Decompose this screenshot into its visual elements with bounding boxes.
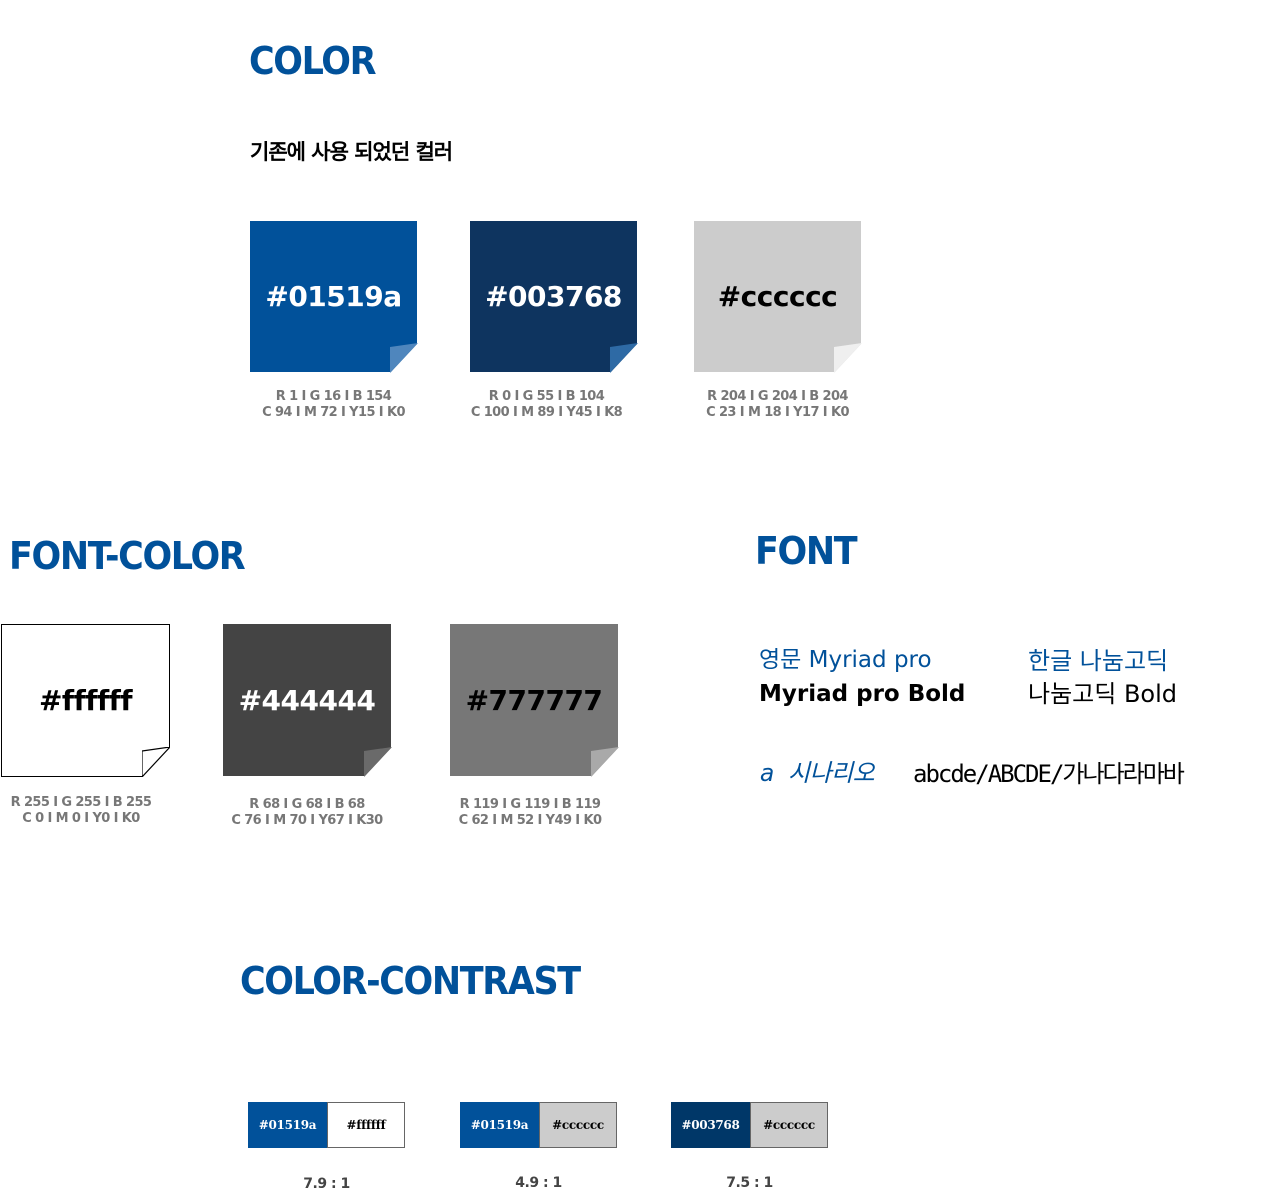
- swatch-hex-label: #003768: [485, 280, 622, 313]
- english-font-label: 영문 Myriad pro: [759, 647, 932, 673]
- color-swatch-navy: #003768: [470, 221, 638, 373]
- page-curl-icon: [610, 343, 638, 373]
- contrast-foreground-chip: #cccccc: [750, 1102, 828, 1148]
- script-font-label: a 시나리오: [760, 759, 875, 787]
- contrast-foreground-chip: #cccccc: [539, 1102, 617, 1148]
- font-color-swatch-dark-gray: #444444: [223, 624, 392, 777]
- swatch-hex-label: #444444: [238, 683, 376, 717]
- color-spec-gray: R 204 I G 204 I B 204 C 23 I M 18 I Y17 …: [694, 389, 861, 421]
- contrast-foreground-chip: #ffffff: [327, 1102, 405, 1148]
- contrast-background-chip: #003768: [671, 1102, 750, 1148]
- contrast-pair: #01519a #ffffff: [248, 1102, 405, 1148]
- korean-font-bold-sample: 나눔고딕 Bold: [1028, 680, 1177, 708]
- page-curl-icon: [834, 343, 862, 373]
- rgb-values: R 0 I G 55 I B 104: [488, 389, 605, 404]
- page-curl-icon: [142, 747, 170, 777]
- chip-hex-label: #cccccc: [763, 1118, 815, 1132]
- font-color-heading: FONT-COLOR: [9, 534, 246, 578]
- chip-hex-label: #ffffff: [346, 1118, 386, 1132]
- cmyk-values: C 62 I M 52 I Y49 I K0: [458, 813, 602, 828]
- contrast-heading: COLOR-CONTRAST: [240, 959, 581, 1003]
- rgb-values: R 119 I G 119 I B 119: [459, 797, 601, 812]
- font-heading: FONT: [755, 529, 858, 573]
- chip-hex-label: #cccccc: [552, 1118, 604, 1132]
- cmyk-values: C 94 I M 72 I Y15 I K0: [262, 405, 405, 420]
- rgb-values: R 255 I G 255 I B 255: [10, 795, 152, 810]
- korean-font-label: 한글 나눔고딕: [1028, 647, 1169, 675]
- english-font-bold-sample: Myriad pro Bold: [759, 681, 966, 707]
- contrast-background-chip: #01519a: [460, 1102, 539, 1148]
- contrast-pair: #01519a #cccccc: [460, 1102, 617, 1148]
- color-subtitle: 기존에 사용 되었던 컬러: [250, 140, 453, 164]
- contrast-ratio: 7.5 : 1: [726, 1175, 773, 1191]
- chip-hex-label: #01519a: [470, 1118, 529, 1132]
- page-curl-icon: [591, 747, 619, 777]
- contrast-background-chip: #01519a: [248, 1102, 327, 1148]
- cmyk-values: C 76 I M 70 I Y67 I K30: [231, 813, 383, 828]
- color-swatch-blue: #01519a: [250, 221, 418, 373]
- cmyk-values: C 100 I M 89 I Y45 I K8: [470, 405, 623, 420]
- font-color-spec-mid-gray: R 119 I G 119 I B 119 C 62 I M 52 I Y49 …: [446, 797, 614, 829]
- swatch-hex-label: #cccccc: [717, 280, 838, 313]
- rgb-values: R 1 I G 16 I B 154: [275, 389, 392, 404]
- color-spec-navy: R 0 I G 55 I B 104 C 100 I M 89 I Y45 I …: [463, 389, 630, 421]
- font-color-spec-dark-gray: R 68 I G 68 I B 68 C 76 I M 70 I Y67 I K…: [223, 797, 391, 829]
- contrast-ratio: 4.9 : 1: [515, 1175, 562, 1191]
- page-curl-icon: [390, 343, 418, 373]
- script-font-sample: abcde/ABCDE/가나다라마바: [913, 760, 1185, 788]
- chip-hex-label: #003768: [681, 1118, 740, 1132]
- swatch-hex-label: #ffffff: [38, 684, 133, 717]
- font-color-swatch-mid-gray: #777777: [450, 624, 619, 777]
- rgb-values: R 68 I G 68 I B 68: [249, 797, 365, 812]
- color-heading: COLOR: [249, 39, 377, 83]
- cmyk-values: C 0 I M 0 I Y0 I K0: [22, 811, 140, 826]
- font-color-spec-white: R 255 I G 255 I B 255 C 0 I M 0 I Y0 I K…: [0, 795, 162, 827]
- contrast-pair: #003768 #cccccc: [671, 1102, 828, 1148]
- swatch-hex-label: #01519a: [265, 280, 402, 313]
- cmyk-values: C 23 I M 18 I Y17 I K0: [706, 405, 849, 420]
- contrast-ratio: 7.9 : 1: [303, 1176, 350, 1192]
- page-curl-icon: [364, 747, 392, 777]
- chip-hex-label: #01519a: [258, 1118, 317, 1132]
- color-swatch-gray: #cccccc: [694, 221, 862, 373]
- swatch-hex-label: #777777: [465, 683, 603, 717]
- font-color-swatch-white: #ffffff: [1, 624, 170, 777]
- rgb-values: R 204 I G 204 I B 204: [707, 389, 848, 404]
- color-spec-blue: R 1 I G 16 I B 154 C 94 I M 72 I Y15 I K…: [250, 389, 417, 421]
